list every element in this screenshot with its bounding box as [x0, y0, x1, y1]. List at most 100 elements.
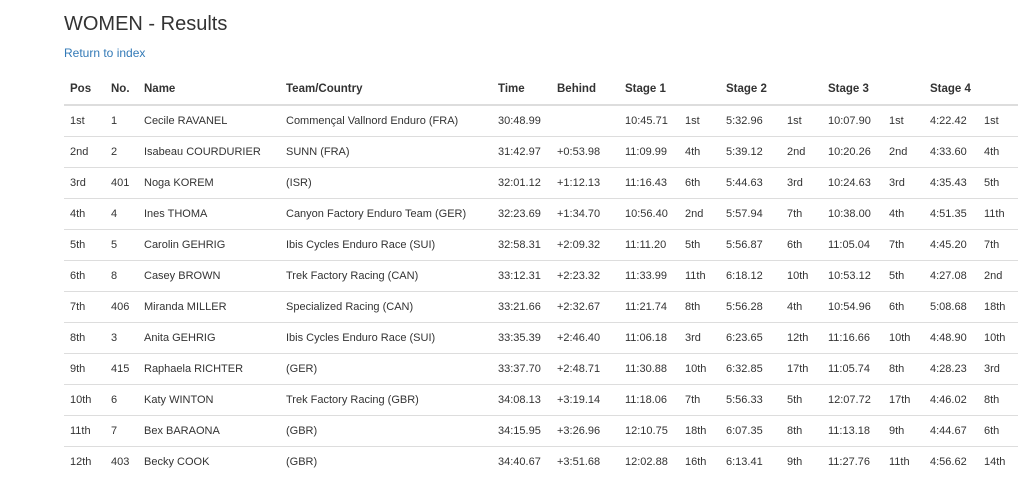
stage3-rank-cell: 9th [883, 416, 924, 447]
column-header: No. [105, 74, 138, 105]
table-row: 7th406Miranda MILLERSpecialized Racing (… [64, 292, 1018, 323]
pos-cell: 3rd [64, 168, 105, 199]
stage3-rank-cell: 8th [883, 354, 924, 385]
stage4-rank-cell: 14th [978, 447, 1018, 477]
stage3-time-cell: 12:07.72 [822, 385, 883, 416]
team-cell: (ISR) [280, 168, 492, 199]
stage1-rank-cell: 3rd [679, 323, 720, 354]
behind-cell: +1:12.13 [551, 168, 619, 199]
behind-cell: +2:48.71 [551, 354, 619, 385]
stage2-time-cell: 5:39.12 [720, 137, 781, 168]
pos-cell: 1st [64, 105, 105, 137]
stage4-rank-cell: 8th [978, 385, 1018, 416]
behind-cell: +3:51.68 [551, 447, 619, 477]
stage3-rank-cell: 5th [883, 261, 924, 292]
time-cell: 33:21.66 [492, 292, 551, 323]
stage4-rank-cell: 5th [978, 168, 1018, 199]
behind-cell [551, 105, 619, 137]
stage2-time-cell: 5:32.96 [720, 105, 781, 137]
stage1-rank-cell: 5th [679, 230, 720, 261]
stage1-time-cell: 11:30.88 [619, 354, 679, 385]
stage3-time-cell: 10:07.90 [822, 105, 883, 137]
time-cell: 33:12.31 [492, 261, 551, 292]
table-row: 5th5Carolin GEHRIGIbis Cycles Enduro Rac… [64, 230, 1018, 261]
stage3-rank-cell: 7th [883, 230, 924, 261]
results-table: Pos No. Name Team/Country Time Behind St… [64, 74, 1018, 477]
name-cell: Katy WINTON [138, 385, 280, 416]
stage4-time-cell: 4:22.42 [924, 105, 978, 137]
stage1-time-cell: 11:33.99 [619, 261, 679, 292]
team-cell: Specialized Racing (CAN) [280, 292, 492, 323]
column-header [781, 74, 822, 105]
column-header: Pos [64, 74, 105, 105]
pos-cell: 2nd [64, 137, 105, 168]
table-row: 12th403Becky COOK(GBR)34:40.67+3:51.6812… [64, 447, 1018, 477]
stage4-rank-cell: 10th [978, 323, 1018, 354]
team-cell: (GBR) [280, 447, 492, 477]
stage1-rank-cell: 4th [679, 137, 720, 168]
pos-cell: 9th [64, 354, 105, 385]
stage1-rank-cell: 10th [679, 354, 720, 385]
name-cell: Miranda MILLER [138, 292, 280, 323]
stage3-rank-cell: 4th [883, 199, 924, 230]
number-cell: 2 [105, 137, 138, 168]
table-header-row: Pos No. Name Team/Country Time Behind St… [64, 74, 1018, 105]
stage3-time-cell: 11:27.76 [822, 447, 883, 477]
stage2-time-cell: 6:18.12 [720, 261, 781, 292]
pos-cell: 10th [64, 385, 105, 416]
stage4-time-cell: 5:08.68 [924, 292, 978, 323]
results-page: WOMEN - Results Return to index Pos No. … [0, 0, 1024, 477]
stage2-time-cell: 6:07.35 [720, 416, 781, 447]
page-title: WOMEN - Results [64, 0, 1024, 36]
time-cell: 34:15.95 [492, 416, 551, 447]
stage4-rank-cell: 18th [978, 292, 1018, 323]
column-header [679, 74, 720, 105]
stage3-time-cell: 10:38.00 [822, 199, 883, 230]
name-cell: Isabeau COURDURIER [138, 137, 280, 168]
column-header [883, 74, 924, 105]
pos-cell: 6th [64, 261, 105, 292]
name-cell: Casey BROWN [138, 261, 280, 292]
table-row: 4th4Ines THOMACanyon Factory Enduro Team… [64, 199, 1018, 230]
stage4-rank-cell: 7th [978, 230, 1018, 261]
stage2-time-cell: 5:56.28 [720, 292, 781, 323]
stage3-rank-cell: 2nd [883, 137, 924, 168]
stage1-time-cell: 11:09.99 [619, 137, 679, 168]
results-table-body: 1st1Cecile RAVANELCommençal Vallnord End… [64, 105, 1018, 477]
pos-cell: 5th [64, 230, 105, 261]
stage1-rank-cell: 7th [679, 385, 720, 416]
time-cell: 33:37.70 [492, 354, 551, 385]
time-cell: 34:08.13 [492, 385, 551, 416]
column-header: Name [138, 74, 280, 105]
stage2-time-cell: 6:32.85 [720, 354, 781, 385]
stage4-time-cell: 4:33.60 [924, 137, 978, 168]
stage2-rank-cell: 1st [781, 105, 822, 137]
column-header: Time [492, 74, 551, 105]
team-cell: Canyon Factory Enduro Team (GER) [280, 199, 492, 230]
stage2-time-cell: 5:44.63 [720, 168, 781, 199]
stage2-rank-cell: 2nd [781, 137, 822, 168]
stage3-time-cell: 10:53.12 [822, 261, 883, 292]
table-row: 9th415Raphaela RICHTER(GER)33:37.70+2:48… [64, 354, 1018, 385]
column-header: Stage 4 [924, 74, 978, 105]
stage4-rank-cell: 6th [978, 416, 1018, 447]
stage3-rank-cell: 3rd [883, 168, 924, 199]
team-cell: Trek Factory Racing (GBR) [280, 385, 492, 416]
stage2-rank-cell: 6th [781, 230, 822, 261]
behind-cell: +3:26.96 [551, 416, 619, 447]
stage4-time-cell: 4:45.20 [924, 230, 978, 261]
stage2-rank-cell: 4th [781, 292, 822, 323]
stage1-time-cell: 11:11.20 [619, 230, 679, 261]
return-to-index-link[interactable]: Return to index [64, 46, 145, 60]
column-header: Stage 2 [720, 74, 781, 105]
name-cell: Anita GEHRIG [138, 323, 280, 354]
number-cell: 4 [105, 199, 138, 230]
number-cell: 5 [105, 230, 138, 261]
table-row: 3rd401Noga KOREM(ISR)32:01.12+1:12.1311:… [64, 168, 1018, 199]
stage2-time-cell: 5:57.94 [720, 199, 781, 230]
stage1-rank-cell: 11th [679, 261, 720, 292]
stage4-time-cell: 4:51.35 [924, 199, 978, 230]
stage4-time-cell: 4:35.43 [924, 168, 978, 199]
stage3-time-cell: 11:13.18 [822, 416, 883, 447]
number-cell: 406 [105, 292, 138, 323]
